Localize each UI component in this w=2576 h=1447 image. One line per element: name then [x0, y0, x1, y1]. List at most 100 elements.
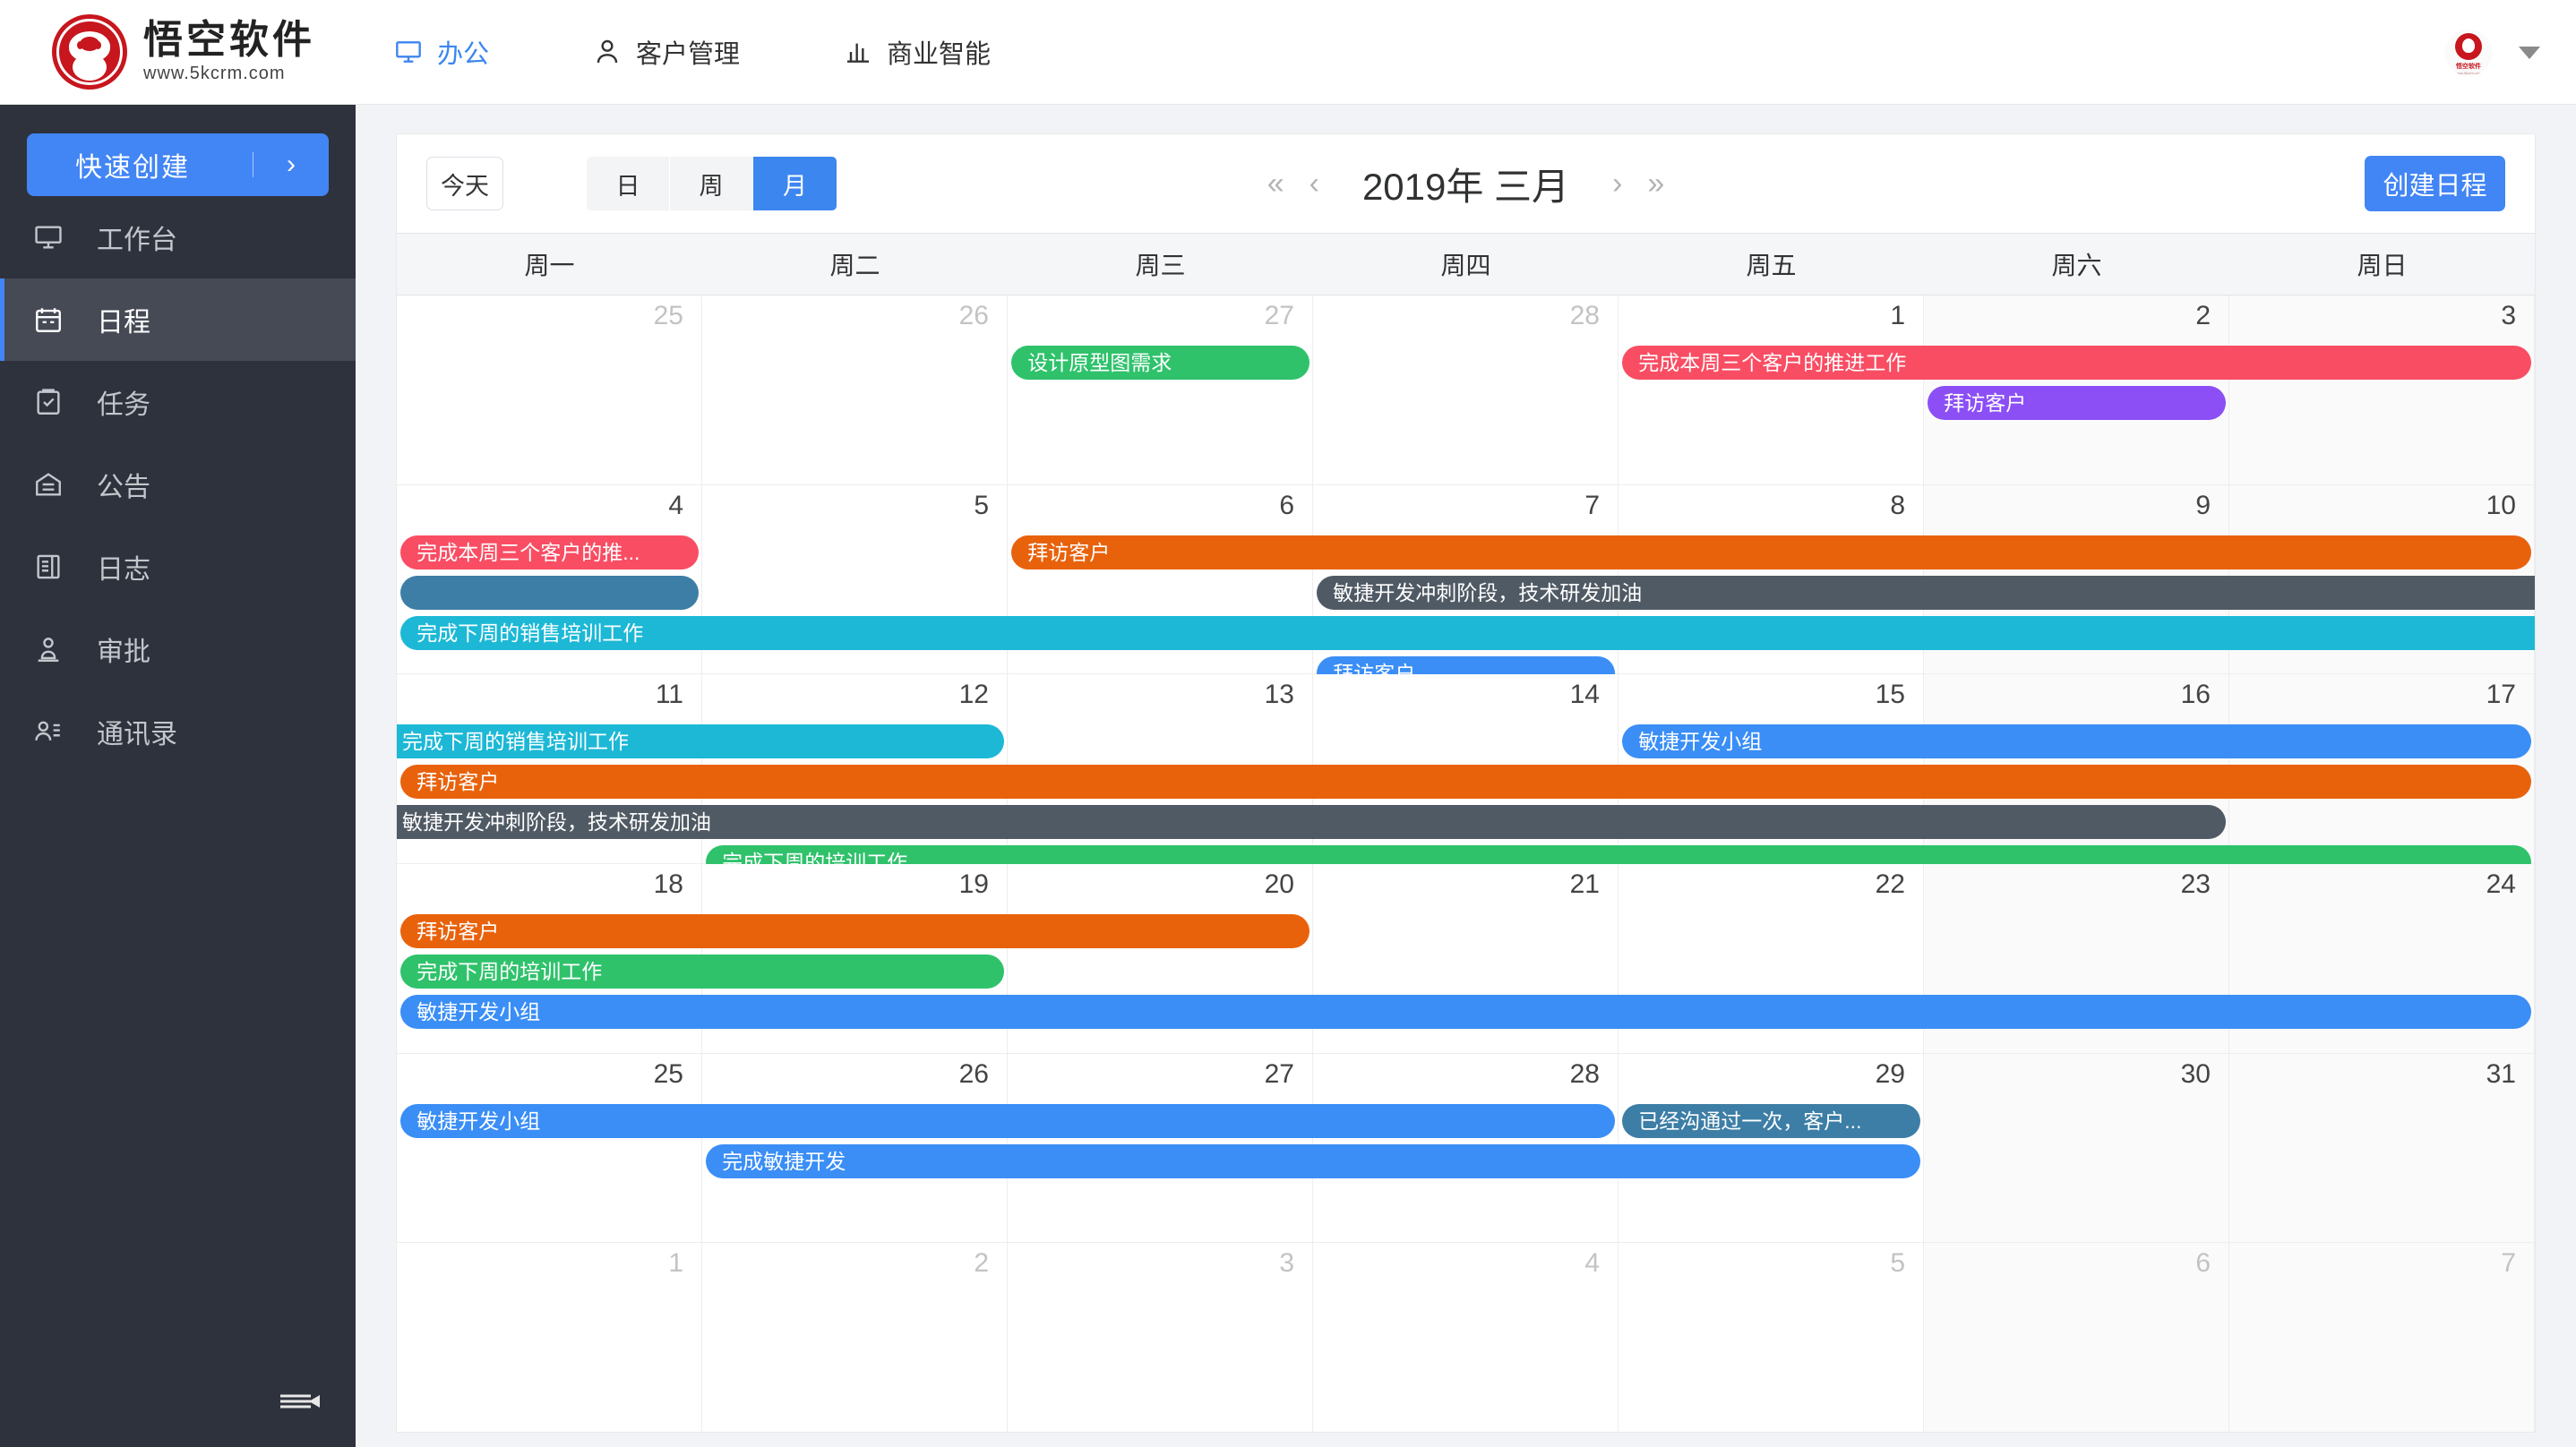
day-number: 7: [2501, 1248, 2516, 1279]
sidebar-item-journal-label: 日志: [97, 555, 150, 585]
sidebar-item-schedule[interactable]: 日程: [0, 278, 356, 361]
clipboard-check-icon: [0, 387, 97, 417]
event-layer: 完成下周的销售培训工作 敏捷开发小组 拜访客户 敏捷开发冲刺阶段，技术研发加油 完成下周…: [397, 724, 2535, 880]
calendar-panel: 今天 日 周 月 « ‹ 2019年 三月 › » 创建日程 周一 周二 周三 周四周…: [396, 133, 2536, 1433]
day-number: 30: [2180, 1058, 2211, 1089]
sidebar-item-task[interactable]: 任务: [0, 361, 356, 443]
day-number: 17: [2486, 680, 2516, 710]
prev-month-button[interactable]: ‹: [1297, 168, 1332, 199]
calendar-week-row: 4 5 6 7 8 9 10 完成本周三个客户的推... 拜访客户 敏捷开发冲刺阶段，技术研发加油…: [397, 484, 2535, 690]
calendar-event[interactable]: 拜访客户: [1928, 386, 2226, 420]
day-number: 25: [653, 1058, 683, 1089]
calendar-week-row: 18 19 20 21 22 23 24 拜访客户 完成下周的培训工作 敏捷开发小组: [397, 864, 2535, 1054]
today-button[interactable]: 今天: [426, 157, 503, 210]
day-number: 29: [1875, 1058, 1905, 1089]
day-number: 2: [974, 1248, 989, 1279]
calendar-icon: [0, 304, 97, 335]
calendar-event[interactable]: 完成下周的销售培训工作: [397, 724, 1004, 759]
sidebar-item-approval-label: 审批: [97, 638, 150, 667]
calendar-week-row: 25 26 27 28 29 30 31 敏捷开发小组 已经沟通过一次，客户... 完成敏捷开发: [397, 1053, 2535, 1244]
next-month-button[interactable]: ›: [1600, 168, 1635, 199]
sidebar-item-workbench-label: 工作台: [97, 226, 177, 255]
day-number: 27: [1264, 301, 1294, 330]
quick-create-button[interactable]: 快速创建 ›: [27, 133, 329, 196]
chevron-right-icon[interactable]: ›: [253, 150, 329, 180]
day-number: 26: [958, 301, 989, 330]
calendar-event[interactable]: 完成本周三个客户的推...: [400, 535, 699, 569]
sidebar-item-task-label: 任务: [97, 390, 150, 420]
calendar-event[interactable]: 完成下周的培训工作: [400, 955, 1004, 989]
view-day-button[interactable]: 日: [587, 157, 670, 210]
nav-item-business-intelligence[interactable]: 商业智能: [844, 33, 991, 71]
day-number: 13: [1264, 680, 1294, 710]
calendar-event[interactable]: 拜访客户: [400, 914, 1309, 949]
create-schedule-button[interactable]: 创建日程: [2365, 156, 2505, 211]
avatar-label: 悟空软件: [2456, 63, 2481, 70]
view-week-button[interactable]: 周: [670, 157, 753, 210]
day-number: 6: [1279, 490, 1294, 520]
top-bar-right: 悟空软件 www.5kcrm.com: [2445, 0, 2540, 105]
day-number: 11: [655, 680, 683, 710]
avatar-logo-icon: [2455, 32, 2482, 60]
monitor-icon: [394, 38, 423, 66]
view-month-button[interactable]: 月: [753, 157, 837, 210]
chevron-down-icon[interactable]: [2519, 46, 2540, 59]
calendar-event[interactable]: 完成敏捷开发: [706, 1143, 1920, 1178]
page-title: 2019年 三月: [1361, 165, 1570, 208]
calendar-event[interactable]: 拜访客户: [400, 765, 2531, 800]
day-number: 15: [1875, 680, 1905, 710]
nav-item-customer-management[interactable]: 客户管理: [593, 33, 740, 71]
calendar-event[interactable]: 敏捷开发小组: [400, 995, 2531, 1030]
day-number: 10: [2486, 490, 2516, 520]
nav-item-office[interactable]: 办公: [394, 33, 489, 71]
day-number: 25: [653, 301, 683, 330]
day-number: 9: [2195, 490, 2211, 520]
event-layer: [397, 1293, 2535, 1428]
day-number: 1: [1890, 301, 1905, 330]
collapse-sidebar-icon[interactable]: [277, 1388, 322, 1415]
brand-url: www.5kcrm.com: [143, 63, 286, 83]
calendar-event[interactable]: [400, 575, 699, 610]
calendar-grid: 25 26 27 28 1 2 3 设计原型图需求 完成本周三个客户的推进工作 拜访客户 4 5 6 7 8…: [397, 295, 2535, 1433]
calendar-event[interactable]: 敏捷开发冲刺阶段，技术研发加油: [397, 805, 2226, 840]
brand-logo-group[interactable]: 悟空软件 www.5kcrm.com: [52, 14, 315, 90]
view-switcher: 日 周 月: [587, 157, 837, 210]
nav-item-business-intelligence-label: 商业智能: [887, 40, 992, 69]
calendar-event[interactable]: 已经沟通过一次，客户...: [1622, 1103, 1920, 1138]
sidebar-item-contacts-label: 通讯录: [97, 720, 177, 749]
sidebar-item-announcement[interactable]: 公告: [0, 443, 356, 526]
sidebar-item-contacts[interactable]: 通讯录: [0, 690, 356, 773]
calendar-event[interactable]: 完成本周三个客户的推进工作: [1622, 346, 2531, 380]
calendar-week-row: 25 26 27 28 1 2 3 设计原型图需求 完成本周三个客户的推进工作 拜访客户: [397, 295, 2535, 485]
day-number: 21: [1569, 869, 1600, 900]
weekday-header-0: 周一: [524, 252, 575, 279]
nav-item-customer-management-label: 客户管理: [636, 40, 741, 69]
prev-year-button[interactable]: «: [1255, 168, 1297, 199]
sidebar-item-approval[interactable]: 审批: [0, 608, 356, 690]
top-bar: 悟空软件 www.5kcrm.com 办公 客户管理 商业智能 悟空软件 www…: [0, 0, 2576, 105]
nav-item-office-label: 办公: [437, 40, 490, 69]
calendar-event[interactable]: 敏捷开发小组: [400, 1103, 1615, 1138]
avatar[interactable]: 悟空软件 www.5kcrm.com: [2445, 29, 2492, 76]
sidebar-item-journal[interactable]: 日志: [0, 526, 356, 608]
sidebar-item-workbench[interactable]: 工作台: [0, 196, 356, 278]
calendar-event[interactable]: 设计原型图需求: [1011, 346, 1309, 380]
weekday-header-3: 周四: [1440, 252, 1491, 279]
day-number: 1: [668, 1248, 683, 1279]
sidebar-item-announcement-label: 公告: [97, 473, 150, 502]
day-number: 20: [1264, 869, 1294, 900]
day-number: 2: [2195, 301, 2211, 330]
calendar-event[interactable]: 敏捷开发小组: [1622, 724, 2531, 759]
event-layer: 完成本周三个客户的推... 拜访客户敏捷开发冲刺阶段，技术研发加油完成下周的销售培…: [397, 535, 2535, 690]
day-number: 5: [1890, 1248, 1905, 1279]
next-year-button[interactable]: »: [1635, 168, 1677, 199]
event-layer: 敏捷开发小组 已经沟通过一次，客户... 完成敏捷开发: [397, 1103, 2535, 1239]
day-number: 24: [2486, 869, 2516, 900]
calendar-event[interactable]: 拜访客户: [1011, 535, 2531, 569]
weekday-header-1: 周二: [829, 252, 880, 279]
calendar-week-row: 11 12 13 14 15 16 17 完成下周的销售培训工作 敏捷开发小组 拜访客户 敏捷开发冲…: [397, 674, 2535, 880]
calendar-event[interactable]: 完成下周的销售培训工作: [400, 615, 2535, 650]
day-number: 26: [958, 1058, 989, 1089]
day-number: 18: [653, 869, 683, 900]
calendar-event[interactable]: 敏捷开发冲刺阶段，技术研发加油: [1317, 575, 2535, 610]
